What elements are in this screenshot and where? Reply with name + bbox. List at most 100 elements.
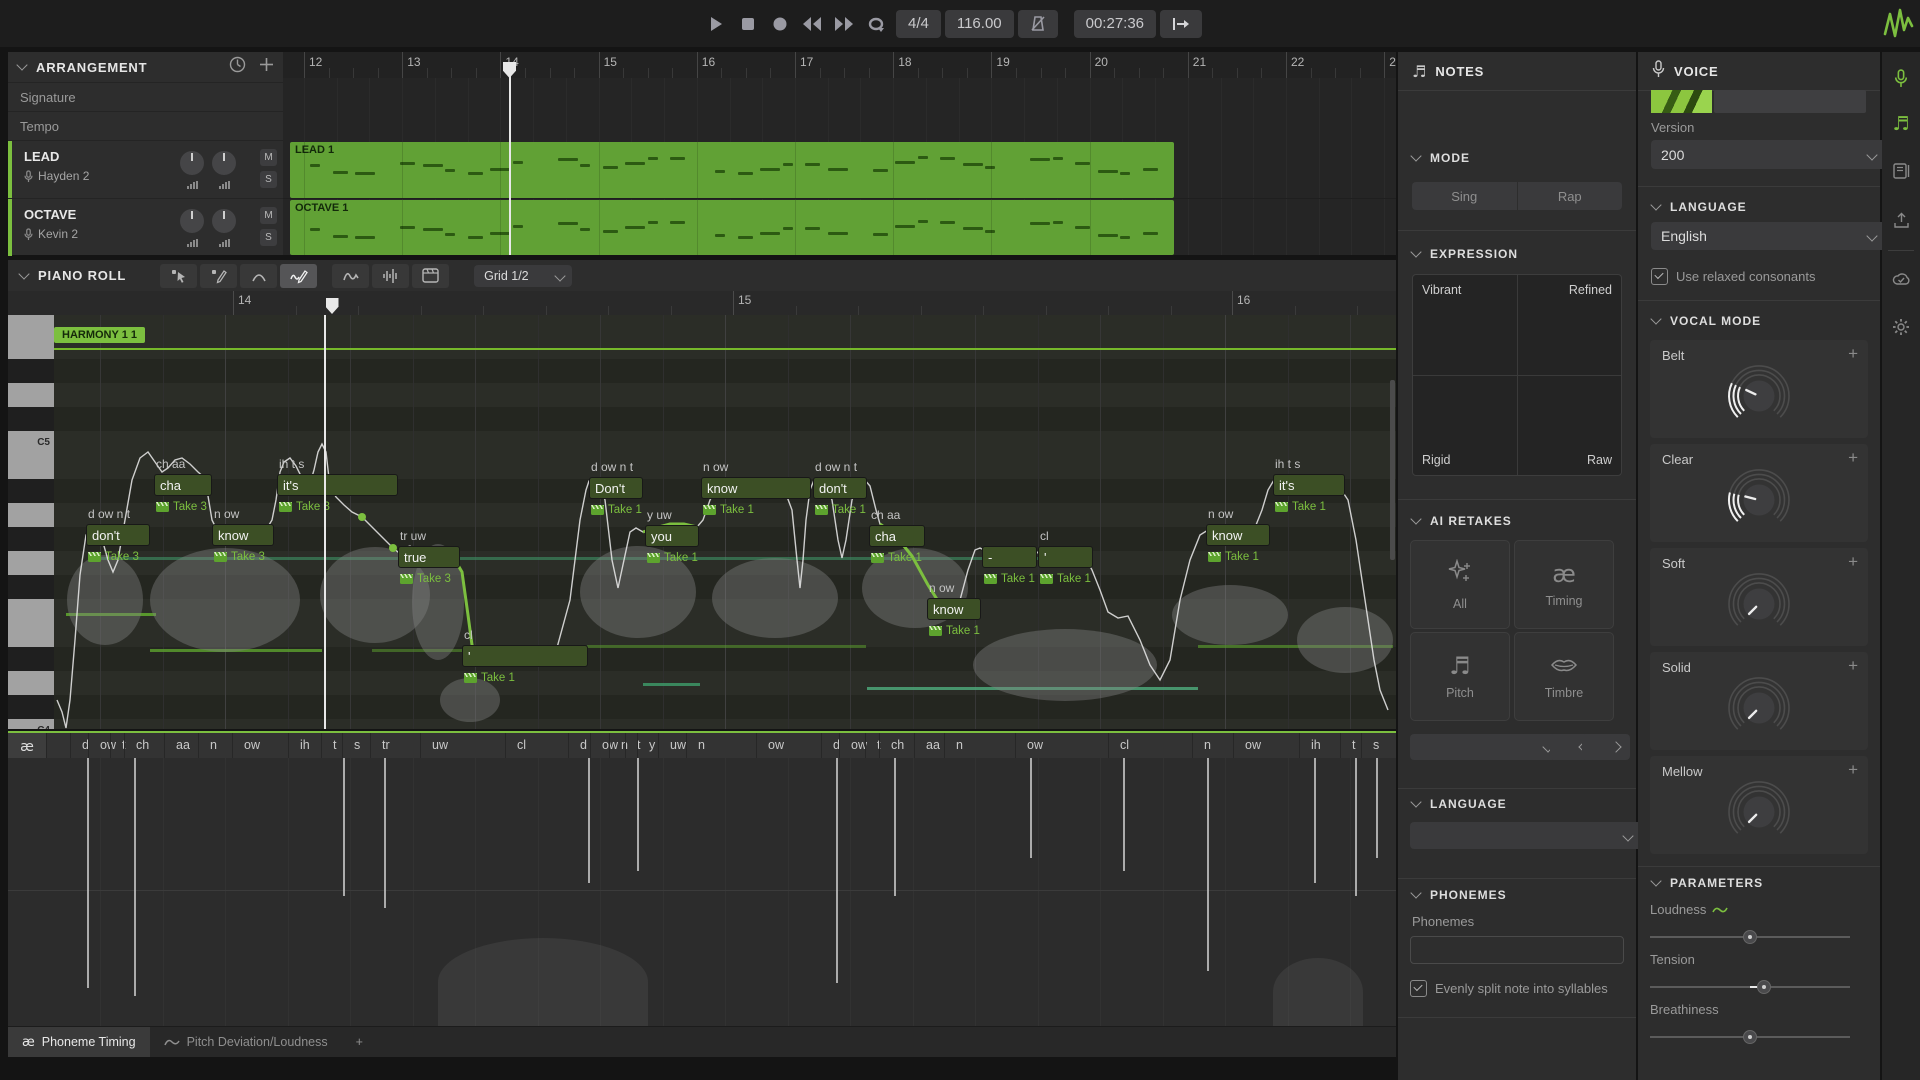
add-automation-button[interactable]: + — [1848, 344, 1858, 364]
volume-knob[interactable] — [180, 209, 204, 233]
phoneme-segment[interactable]: ow — [100, 738, 116, 752]
piano-key[interactable] — [8, 647, 54, 672]
cloud-sync-icon[interactable] — [1889, 267, 1913, 291]
note-know[interactable]: know — [701, 477, 811, 499]
piano-key[interactable] — [8, 479, 54, 504]
retake-all-button[interactable]: All — [1410, 540, 1510, 629]
phoneme-segment[interactable]: t — [1352, 738, 1355, 752]
arrangement-ruler[interactable]: 121314151617181920212223 — [283, 52, 1396, 78]
phoneme-segment[interactable]: n — [698, 738, 705, 752]
curve-tool[interactable] — [240, 264, 277, 288]
note-phonemes[interactable]: n ow — [929, 581, 954, 595]
note-dont[interactable]: don't — [813, 477, 867, 499]
take-chip[interactable]: Take 3 — [156, 501, 207, 513]
record-button[interactable] — [767, 11, 793, 37]
note-Dont[interactable]: Don't — [589, 477, 643, 499]
note-phonemes[interactable]: cl — [464, 628, 473, 642]
play-button[interactable] — [703, 11, 729, 37]
take-chip[interactable]: Take 3 — [88, 551, 139, 563]
phoneme-segment[interactable]: n — [210, 738, 217, 752]
select-tool[interactable] — [160, 264, 197, 288]
vocal-mode-mellow[interactable]: Mellow+ — [1650, 756, 1868, 854]
grid-select[interactable]: Grid 1/2 — [474, 265, 572, 287]
phoneme-segment[interactable]: ih — [300, 738, 310, 752]
note-phonemes[interactable]: tr uw — [400, 529, 426, 543]
retake-timing-button[interactable]: æ Timing — [1514, 540, 1614, 629]
arrangement-overdub-icon[interactable] — [229, 56, 246, 78]
knob[interactable] — [1721, 670, 1797, 746]
library-tab-icon[interactable] — [1889, 159, 1913, 183]
tempo-row[interactable]: Tempo — [8, 111, 283, 140]
jump-to-end-button[interactable] — [1160, 10, 1202, 38]
take-chip[interactable]: Take 1 — [703, 504, 754, 516]
take-chip[interactable]: Take 3 — [279, 501, 330, 513]
piano-key[interactable] — [8, 359, 54, 384]
piano-roll-collapse-chevron[interactable] — [18, 268, 29, 279]
ai-retakes-section-header[interactable]: AI RETAKES — [1412, 514, 1512, 528]
piano-key[interactable] — [8, 383, 54, 408]
retake-timbre-button[interactable]: Timbre — [1514, 632, 1614, 721]
phoneme-segment[interactable]: ow — [244, 738, 260, 752]
take-chip[interactable]: Take 1 — [871, 552, 922, 564]
take-chip[interactable]: Take 1 — [464, 672, 515, 684]
note-phonemes[interactable]: n ow — [703, 460, 728, 474]
phoneme-segment[interactable]: ih — [1311, 738, 1321, 752]
piano-key[interactable] — [8, 335, 54, 360]
phoneme-segment[interactable]: s — [354, 738, 360, 752]
piano-key[interactable] — [8, 503, 54, 528]
param-slider-loudness[interactable] — [1650, 930, 1850, 944]
piano-key[interactable] — [8, 455, 54, 480]
split-syllables-checkbox[interactable]: Evenly split note into syllables — [1410, 980, 1608, 997]
parameter-lane[interactable] — [8, 758, 1396, 1026]
notes-language-section-header[interactable]: LANGUAGE — [1412, 797, 1507, 811]
time-signature-field[interactable]: 4/4 — [896, 10, 941, 38]
settings-gear-icon[interactable] — [1889, 315, 1913, 339]
expression-section-header[interactable]: EXPRESSION — [1412, 247, 1518, 261]
track-row-lead[interactable]: LEADHayden 2MS — [8, 140, 283, 198]
note-know[interactable]: know — [1206, 524, 1270, 546]
piano-key[interactable] — [8, 575, 54, 600]
note-phonemes[interactable]: d ow n t — [88, 507, 130, 521]
piano-key[interactable] — [8, 671, 54, 696]
mode-rap-option[interactable]: Rap — [1518, 182, 1623, 210]
parameters-section-header[interactable]: PARAMETERS — [1652, 876, 1763, 890]
note-know[interactable]: know — [212, 524, 274, 546]
phoneme-segment[interactable]: tr — [382, 738, 390, 752]
notes-language-select[interactable] — [1410, 822, 1642, 849]
add-automation-button[interactable]: + — [1848, 760, 1858, 780]
track-row-octave[interactable]: OCTAVEKevin 2MS — [8, 198, 283, 256]
param-slider-tension[interactable] — [1650, 980, 1850, 994]
note-[interactable]: - — [982, 546, 1037, 568]
note-dont[interactable]: don't — [86, 524, 150, 546]
param-slider-breathiness[interactable] — [1650, 1030, 1850, 1044]
signature-row[interactable]: Signature — [8, 82, 283, 111]
phoneme-segment[interactable]: ow — [768, 738, 784, 752]
note-[interactable]: ' — [1038, 546, 1093, 568]
note-cha[interactable]: cha — [154, 474, 212, 496]
group-chip[interactable]: HARMONY 1 1 — [54, 327, 145, 343]
retake-pitch-button[interactable]: ♬ Pitch — [1410, 632, 1510, 721]
mute-button[interactable]: M — [260, 207, 277, 224]
tempo-field[interactable]: 116.00 — [945, 10, 1014, 38]
knob[interactable] — [1721, 566, 1797, 642]
note-phonemes[interactable]: ch aa — [871, 508, 900, 522]
note-phonemes[interactable]: y uw — [647, 508, 672, 522]
phoneme-segment[interactable]: t — [333, 738, 336, 752]
vocal-mode-soft[interactable]: Soft+ — [1650, 548, 1868, 646]
piano-key[interactable] — [8, 407, 54, 432]
piano-key[interactable]: C4 — [8, 719, 54, 729]
vocal-mode-section-header[interactable]: VOCAL MODE — [1652, 314, 1761, 328]
phonemes-section-header[interactable]: PHONEMES — [1412, 888, 1507, 902]
clip-octave-1[interactable]: OCTAVE 1 — [290, 200, 1174, 255]
note-phonemes[interactable]: ch aa — [156, 457, 185, 471]
arrangement-collapse-chevron[interactable] — [16, 59, 27, 70]
note-phonemes[interactable]: n ow — [214, 507, 239, 521]
knob[interactable] — [1721, 774, 1797, 850]
phoneme-segment[interactable]: cl — [1120, 738, 1129, 752]
note-[interactable]: ' — [462, 645, 588, 667]
version-select[interactable]: 200 — [1651, 140, 1886, 169]
piano-key[interactable] — [8, 551, 54, 576]
relaxed-consonants-checkbox[interactable]: Use relaxed consonants — [1651, 268, 1815, 285]
note-phonemes[interactable]: n ow — [1208, 507, 1233, 521]
piano-key[interactable] — [8, 527, 54, 552]
